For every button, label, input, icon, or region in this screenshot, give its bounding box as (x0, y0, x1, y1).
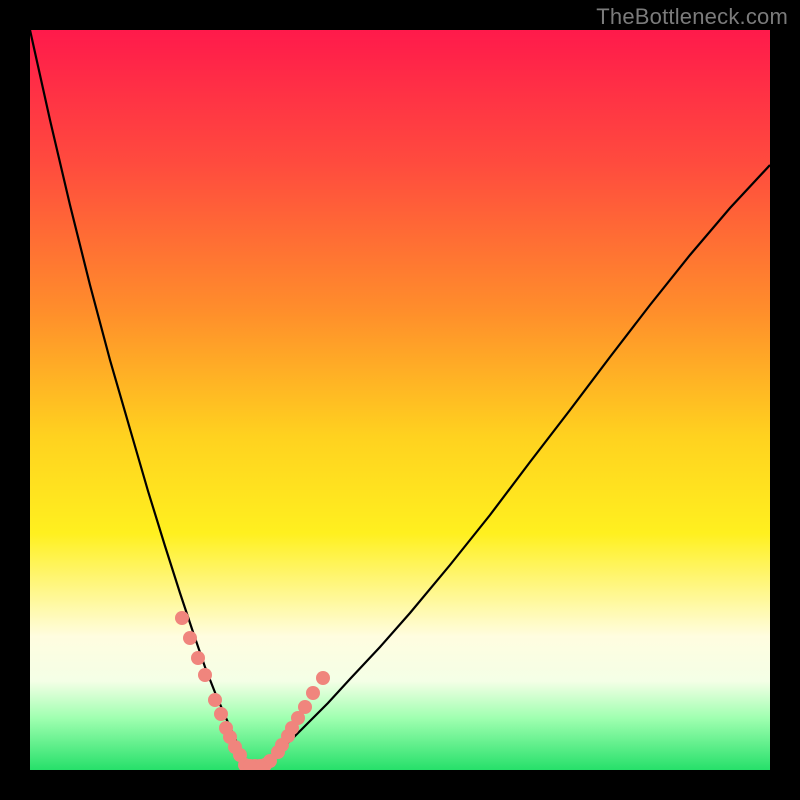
marker-dot (214, 707, 228, 721)
marker-dot (208, 693, 222, 707)
marker-dot (198, 668, 212, 682)
marker-dot (175, 611, 189, 625)
curve-left (30, 30, 250, 768)
watermark-text: TheBottleneck.com (596, 4, 788, 30)
curve-right (260, 165, 770, 768)
marker-dot (219, 721, 233, 735)
marker-dot (191, 651, 205, 665)
marker-dot (298, 700, 312, 714)
marker-dot (183, 631, 197, 645)
curves-svg (30, 30, 770, 770)
chart-frame: TheBottleneck.com (0, 0, 800, 800)
marker-dots (175, 611, 330, 770)
plot-area (30, 30, 770, 770)
marker-dot (316, 671, 330, 685)
marker-dot (306, 686, 320, 700)
